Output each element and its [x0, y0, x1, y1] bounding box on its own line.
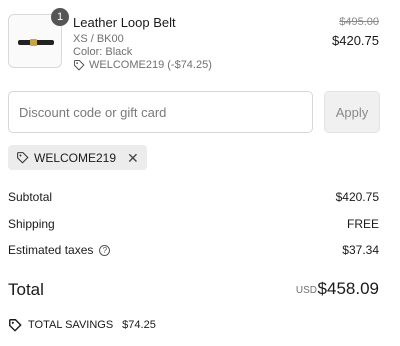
- product-name: Leather Loop Belt: [73, 15, 176, 30]
- discount-code-input[interactable]: [8, 91, 313, 133]
- shipping-label: Shipping: [8, 217, 55, 231]
- total-row: Total USD $458.09: [8, 279, 379, 303]
- savings-value: $74.25: [122, 319, 156, 331]
- taxes-label-group: Estimated taxes ?: [8, 243, 111, 257]
- tag-icon: [74, 60, 85, 71]
- question-circle-icon[interactable]: ?: [99, 244, 111, 256]
- discounted-price: $420.75: [332, 33, 379, 48]
- product-discount-text: WELCOME219 (-$74.25): [89, 59, 212, 71]
- remove-code-close-icon[interactable]: ✕: [127, 151, 139, 165]
- applied-code-tag: WELCOME219 ✕: [8, 145, 147, 170]
- subtotal-value: $420.75: [335, 190, 379, 204]
- savings-label: TOTAL SAVINGS: [28, 319, 114, 331]
- belt-image-buckle: [30, 39, 37, 46]
- total-savings: TOTAL SAVINGS $74.25: [8, 318, 156, 332]
- quantity-badge: 1: [51, 8, 69, 26]
- taxes-value: $37.34: [342, 243, 379, 257]
- tag-icon: [17, 152, 29, 164]
- product-variant: XS / BK00: [73, 33, 124, 45]
- product-discount: WELCOME219 (-$74.25): [73, 59, 212, 71]
- product-color: Color: Black: [73, 46, 133, 58]
- shipping-value: FREE: [346, 217, 379, 231]
- apply-button[interactable]: Apply: [324, 91, 380, 133]
- taxes-label: Estimated taxes: [8, 243, 94, 257]
- applied-code-text: WELCOME219: [34, 150, 117, 165]
- line-item: 1 Leather Loop Belt XS / BK00 Color: Bla…: [8, 8, 392, 76]
- savings-tag-icon: [9, 319, 22, 332]
- total-label: Total: [8, 280, 44, 299]
- total-currency: USD: [295, 285, 317, 296]
- subtotal-label: Subtotal: [8, 190, 53, 204]
- original-price: $495.00: [339, 16, 379, 28]
- total-value: $458.09: [317, 279, 379, 298]
